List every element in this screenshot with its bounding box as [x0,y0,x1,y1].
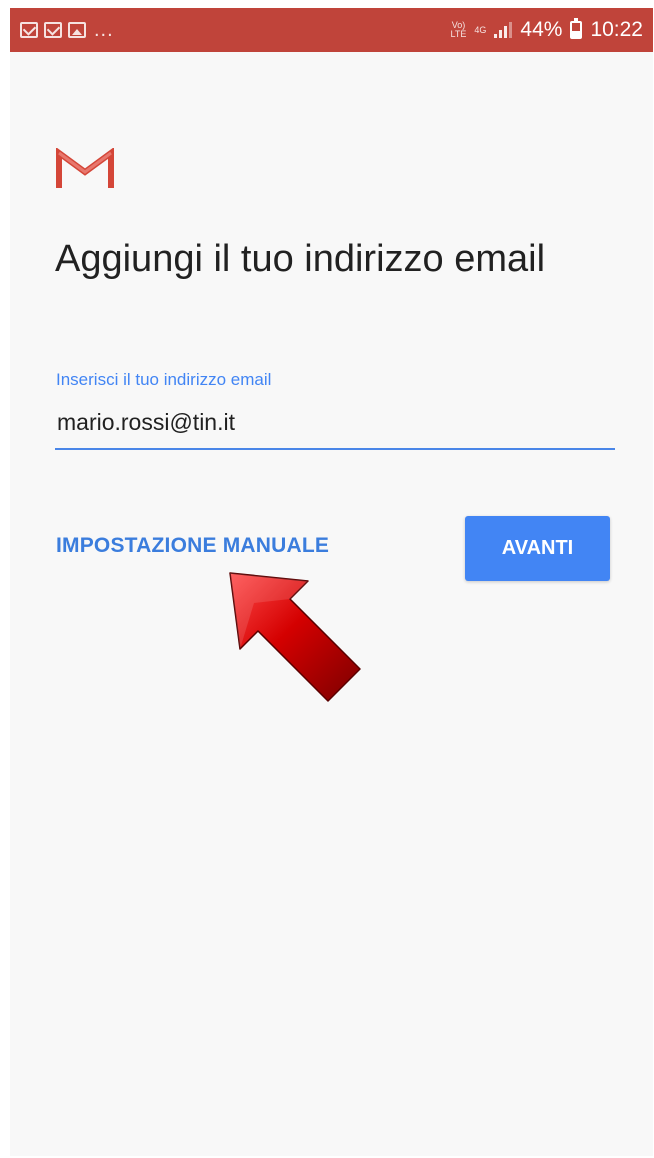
email-field-label: Inserisci il tuo indirizzo email [56,370,272,389]
email-notification-icon [20,22,38,38]
red-arrow-icon [229,572,361,702]
signal-strength-icon [494,22,513,38]
more-notifications-indicator: ... [94,19,114,41]
image-notification-icon [68,22,86,38]
volte-icon: Vo) LTE [450,20,467,39]
screen-frame: ... Vo) LTE 4G 44% 10:22 Aggiungi il tuo … [10,8,653,1156]
manual-setup-link[interactable]: IMPOSTAZIONE MANUALE [56,534,329,558]
system-status: Vo) LTE 4G 44% 10:22 [451,18,643,42]
network-type-label: 4G [474,24,487,35]
status-bar: ... Vo) LTE 4G 44% 10:22 [10,8,653,52]
gmail-logo-icon [56,148,114,188]
battery-percentage: 44% [520,18,563,41]
next-button[interactable]: AVANTI [465,516,610,581]
page-title: Aggiungi il tuo indirizzo email [55,238,546,280]
email-field[interactable] [55,404,615,450]
battery-icon [570,18,583,39]
email-notification-icon [44,22,62,38]
notification-area: ... [20,20,114,40]
clock: 10:22 [590,18,643,41]
